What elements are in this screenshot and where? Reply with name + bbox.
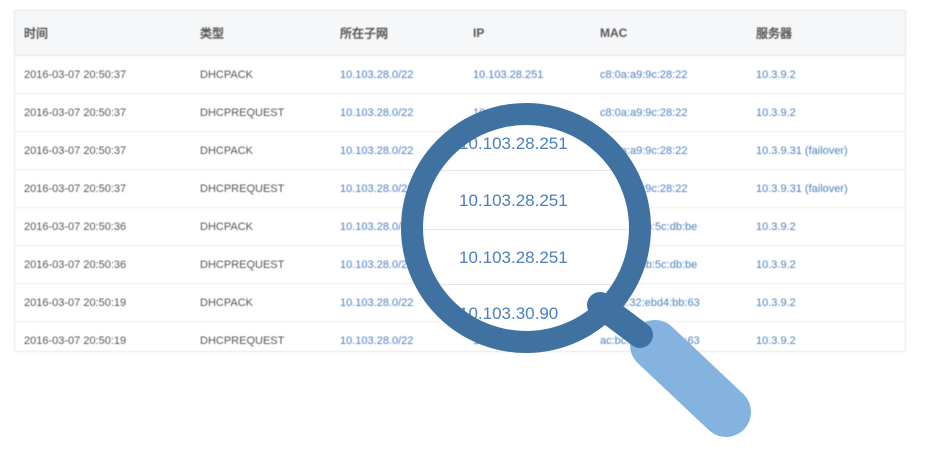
magnifier-handle — [630, 320, 751, 437]
magnifier-icon — [401, 103, 751, 437]
magnifier-ring — [401, 103, 651, 353]
